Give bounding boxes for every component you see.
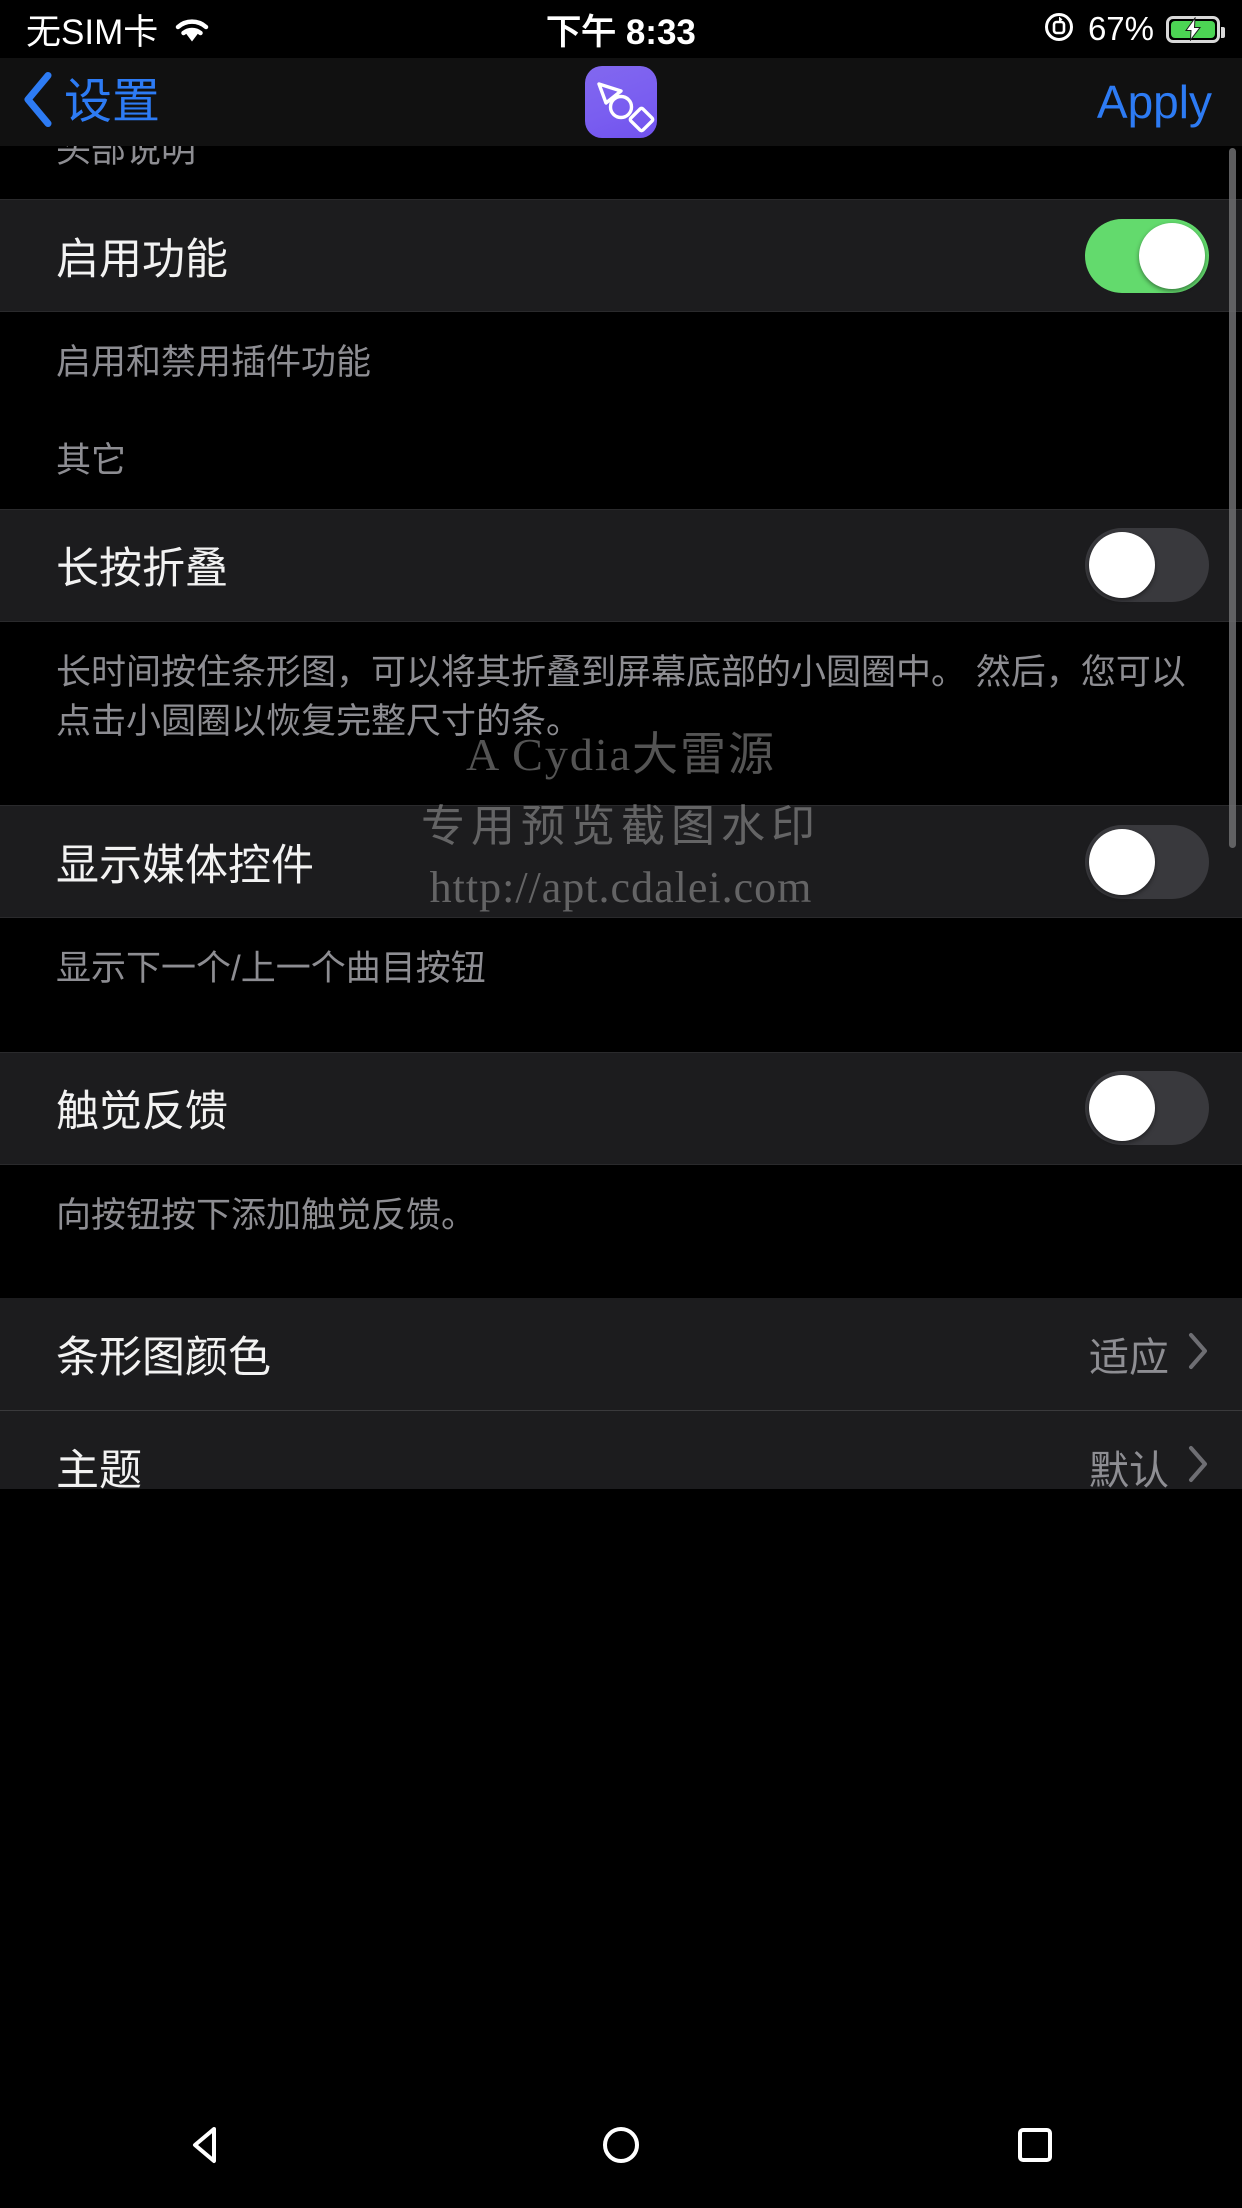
- footer-enable-feature: 启用和禁用插件功能: [0, 312, 1242, 414]
- navigation-bar: 设置 Apply: [0, 58, 1242, 146]
- toggle-enable-feature[interactable]: [1085, 218, 1209, 293]
- row-label: 主题: [56, 1447, 142, 1489]
- row-enable-feature[interactable]: 启用功能: [0, 199, 1242, 312]
- clipped-section-header: 头部说明: [0, 146, 1242, 199]
- triangle-back-icon[interactable]: [147, 2100, 267, 2190]
- row-right-group: 适应: [1089, 1325, 1209, 1383]
- row-bar-color[interactable]: 条形图颜色 适应: [0, 1298, 1242, 1412]
- row-right-group: 默认: [1089, 1438, 1209, 1489]
- toggle-show-media-controls[interactable]: [1085, 824, 1209, 899]
- screen-root: 无SIM卡 下午 8:33 67% 设置 Apply 头部说明 启用功能 启用和…: [0, 0, 1242, 2208]
- settings-list[interactable]: 头部说明 启用功能 启用和禁用插件功能 其它 长按折叠 长时间按住条形图，可以将…: [0, 146, 1242, 1489]
- chevron-right-icon: [1187, 1332, 1209, 1377]
- apply-button[interactable]: Apply: [1097, 75, 1212, 129]
- back-button-label: 设置: [64, 75, 161, 128]
- row-longpress-collapse[interactable]: 长按折叠: [0, 508, 1242, 622]
- chevron-left-icon: [22, 72, 54, 133]
- section-header-other: 其它: [0, 413, 1242, 509]
- battery-percent-label: 67%: [1087, 10, 1154, 47]
- row-value: 适应: [1089, 1336, 1169, 1381]
- footer-haptic-feedback: 向按钮按下添加触觉反馈。: [0, 1164, 1242, 1299]
- row-theme[interactable]: 主题 默认: [0, 1411, 1242, 1489]
- footer-longpress-collapse: 长时间按住条形图，可以将其折叠到屏幕底部的小圆圈中。 然后，您可以点击小圆圈以恢…: [0, 621, 1242, 806]
- row-label: 触觉反馈: [56, 1088, 228, 1137]
- vertical-scrollbar[interactable]: [1229, 148, 1236, 848]
- toggle-haptic-feedback[interactable]: [1085, 1071, 1209, 1146]
- android-navigation-bar: [0, 2082, 1242, 2208]
- footer-show-media-controls: 显示下一个/上一个曲目按钮: [0, 918, 1242, 1052]
- battery-charging-icon: [1166, 15, 1225, 43]
- toggle-longpress-collapse[interactable]: [1085, 528, 1209, 603]
- rotation-lock-icon: [1042, 10, 1076, 49]
- row-show-media-controls[interactable]: 显示媒体控件: [0, 805, 1242, 919]
- row-value: 默认: [1089, 1449, 1169, 1489]
- back-button[interactable]: 设置: [22, 72, 160, 133]
- row-label: 启用功能: [56, 235, 228, 284]
- status-bar-right: 67%: [1042, 10, 1225, 49]
- row-label: 条形图颜色: [56, 1334, 271, 1383]
- row-label: 显示媒体控件: [56, 841, 314, 890]
- shapes-app-icon: [585, 66, 657, 138]
- row-label: 长按折叠: [56, 545, 228, 594]
- status-bar: 无SIM卡 下午 8:33 67%: [0, 0, 1242, 58]
- chevron-right-icon: [1187, 1445, 1209, 1489]
- circle-home-icon[interactable]: [561, 2100, 681, 2190]
- row-haptic-feedback[interactable]: 触觉反馈: [0, 1051, 1242, 1165]
- square-recents-icon[interactable]: [975, 2100, 1095, 2190]
